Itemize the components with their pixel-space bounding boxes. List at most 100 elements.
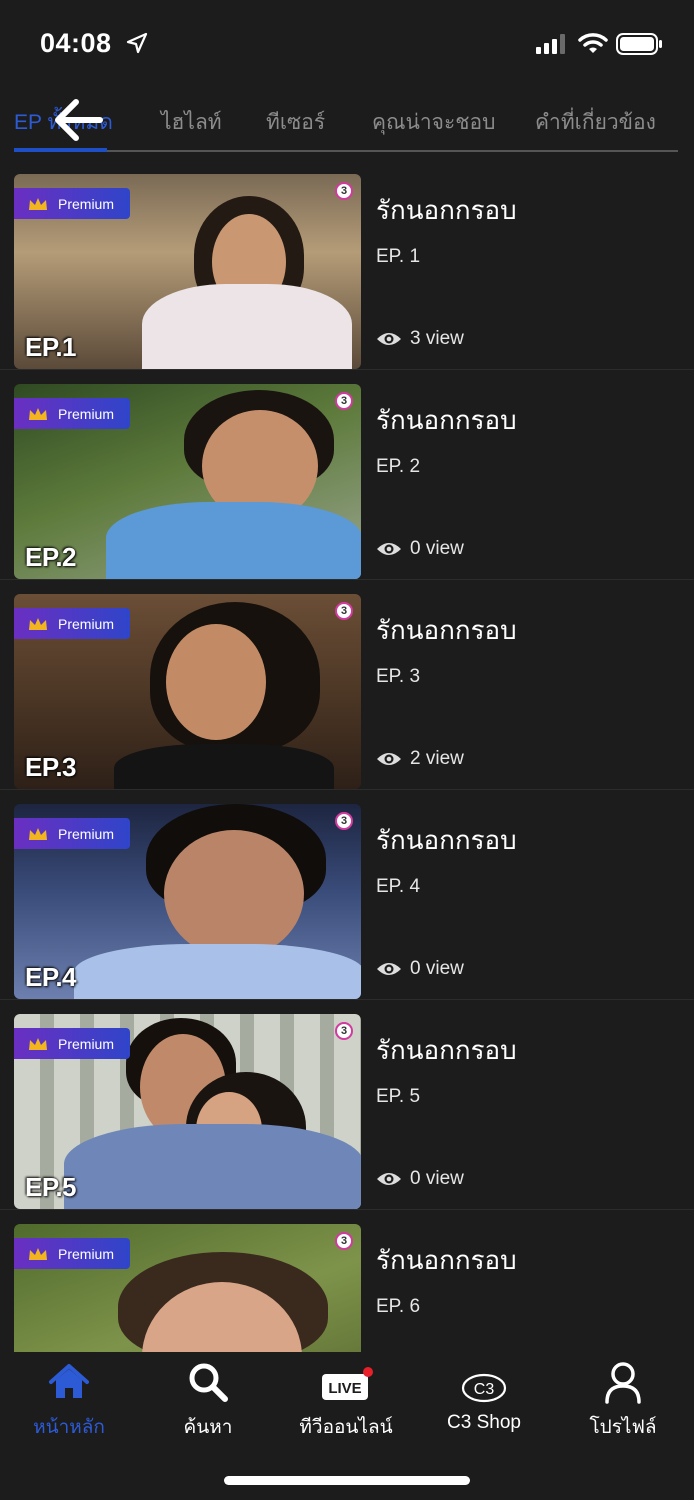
episode-row[interactable]: Premium 3 รักนอกกรอบ EP. 6: [0, 1210, 694, 1352]
nav-search-label: ค้นหา: [183, 1417, 233, 1438]
views-count: 0 view: [410, 1168, 464, 1189]
premium-label: Premium: [58, 615, 115, 632]
episode-title: รักนอกกรอบ: [376, 1035, 517, 1065]
episode-title: รักนอกกรอบ: [376, 1245, 517, 1275]
views-count: 0 view: [410, 538, 464, 559]
crown-icon: [29, 617, 47, 630]
nav-live-tv-label: ทีวีออนไลน์: [299, 1417, 393, 1438]
tab-recommended[interactable]: คุณน่าจะชอบ: [372, 106, 495, 139]
crown-icon: [29, 827, 47, 840]
nav-profile[interactable]: โปรไฟล์: [558, 1352, 688, 1452]
channel-3-logo: 3: [335, 1232, 353, 1250]
thumbnail-figure: [114, 744, 334, 789]
eye-icon: [377, 333, 401, 345]
cellular-signal-icon: [536, 34, 565, 54]
premium-badge: Premium: [14, 608, 130, 639]
crown-icon: [29, 197, 47, 210]
episode-number: EP. 5: [376, 1086, 421, 1107]
episode-views: 0 view: [376, 958, 464, 980]
thumbnail-figure: [166, 624, 266, 740]
crown-icon: [29, 1247, 47, 1260]
tab-related-keywords[interactable]: คำที่เกี่ยวข้อง: [535, 106, 656, 139]
episode-title: รักนอกกรอบ: [376, 825, 517, 855]
premium-badge: Premium: [14, 398, 130, 429]
svg-text:LIVE: LIVE: [328, 1380, 361, 1397]
status-bar: 04:08: [0, 0, 694, 90]
episode-title: รักนอกกรอบ: [376, 615, 517, 645]
episode-thumbnail[interactable]: Premium 3: [14, 1224, 361, 1352]
thumbnail-figure: [64, 1124, 361, 1209]
crown-icon: [29, 407, 47, 420]
episode-views: 0 view: [376, 1168, 464, 1190]
episode-thumbnail[interactable]: Premium 3 EP.5: [14, 1014, 361, 1209]
thumbnail-figure: [74, 944, 361, 999]
nav-profile-label: โปรไฟล์: [589, 1417, 657, 1438]
episode-title: รักนอกกรอบ: [376, 195, 517, 225]
views-count: 2 view: [410, 748, 464, 769]
episode-thumbnail[interactable]: Premium 3 EP.4: [14, 804, 361, 999]
premium-label: Premium: [58, 1035, 115, 1052]
eye-icon: [377, 543, 401, 555]
nav-c3-shop[interactable]: C3 C3 Shop: [419, 1352, 549, 1452]
premium-badge: Premium: [14, 188, 130, 219]
channel-3-logo: 3: [335, 392, 353, 410]
episode-thumbnail[interactable]: Premium 3 EP.3: [14, 594, 361, 789]
nav-home[interactable]: หน้าหลัก: [4, 1352, 134, 1452]
episode-badge: EP.3: [25, 752, 77, 782]
episode-row[interactable]: Premium 3 EP.2 รักนอกกรอบ EP. 2 0 view: [0, 370, 694, 580]
premium-badge: Premium: [14, 818, 130, 849]
episode-views: 2 view: [376, 748, 464, 770]
back-arrow-icon[interactable]: [50, 96, 106, 144]
nav-search[interactable]: ค้นหา: [143, 1352, 273, 1452]
episode-badge: EP.4: [25, 962, 77, 992]
episode-number: EP. 3: [376, 666, 421, 687]
views-count: 3 view: [410, 328, 464, 349]
active-tab-indicator: [14, 148, 107, 152]
tab-teaser[interactable]: ทีเซอร์: [266, 106, 325, 139]
channel-3-logo: 3: [335, 602, 353, 620]
nav-c3-shop-label: C3 Shop: [447, 1412, 521, 1433]
channel-3-logo: 3: [335, 1022, 353, 1040]
c3-shop-icon: C3: [461, 1373, 507, 1403]
live-tv-icon: LIVE: [322, 1367, 373, 1400]
episode-badge: EP.5: [25, 1172, 77, 1202]
battery-icon: [616, 33, 662, 55]
episode-title: รักนอกกรอบ: [376, 405, 517, 435]
episode-views: 3 view: [376, 328, 464, 350]
thumbnail-figure: [164, 830, 304, 958]
episode-thumbnail[interactable]: Premium 3 EP.2: [14, 384, 361, 579]
episode-row[interactable]: Premium 3 EP.4 รักนอกกรอบ EP. 4 0 view: [0, 790, 694, 1000]
channel-3-logo: 3: [335, 812, 353, 830]
episode-number: EP. 1: [376, 246, 421, 267]
thumbnail-figure: [142, 284, 352, 369]
thumbnail-figure: [106, 502, 361, 579]
eye-icon: [377, 1173, 401, 1185]
episode-views: 0 view: [376, 538, 464, 560]
premium-label: Premium: [58, 195, 115, 212]
episode-thumbnail[interactable]: Premium 3 EP.1: [14, 174, 361, 369]
premium-label: Premium: [58, 1245, 115, 1262]
episode-badge: EP.1: [25, 332, 77, 362]
search-icon: [189, 1363, 228, 1402]
crown-icon: [29, 1037, 47, 1050]
wifi-icon: [578, 33, 608, 53]
episode-row[interactable]: Premium 3 EP.5 รักนอกกรอบ EP. 5 0 view: [0, 1000, 694, 1210]
tab-highlights[interactable]: ไฮไลท์: [161, 106, 222, 139]
home-icon: [49, 1364, 89, 1398]
episode-row[interactable]: Premium 3 EP.1 รักนอกกรอบ EP. 1 3 view: [0, 160, 694, 370]
episode-badge: EP.2: [25, 542, 77, 572]
episode-row[interactable]: Premium 3 EP.3 รักนอกกรอบ EP. 3 2 view: [0, 580, 694, 790]
episode-list: Premium 3 EP.1 รักนอกกรอบ EP. 1 3 view P…: [0, 160, 694, 1352]
nav-live-tv[interactable]: LIVE ทีวีออนไลน์: [281, 1352, 411, 1452]
episode-number: EP. 2: [376, 456, 421, 477]
premium-badge: Premium: [14, 1028, 130, 1059]
episode-number: EP. 6: [376, 1296, 421, 1317]
status-time: 04:08: [40, 28, 112, 58]
eye-icon: [377, 753, 401, 765]
premium-label: Premium: [58, 405, 115, 422]
episode-number: EP. 4: [376, 876, 421, 897]
svg-text:C3: C3: [474, 1381, 495, 1398]
premium-badge: Premium: [14, 1238, 130, 1269]
home-indicator[interactable]: [224, 1476, 470, 1485]
premium-label: Premium: [58, 825, 115, 842]
